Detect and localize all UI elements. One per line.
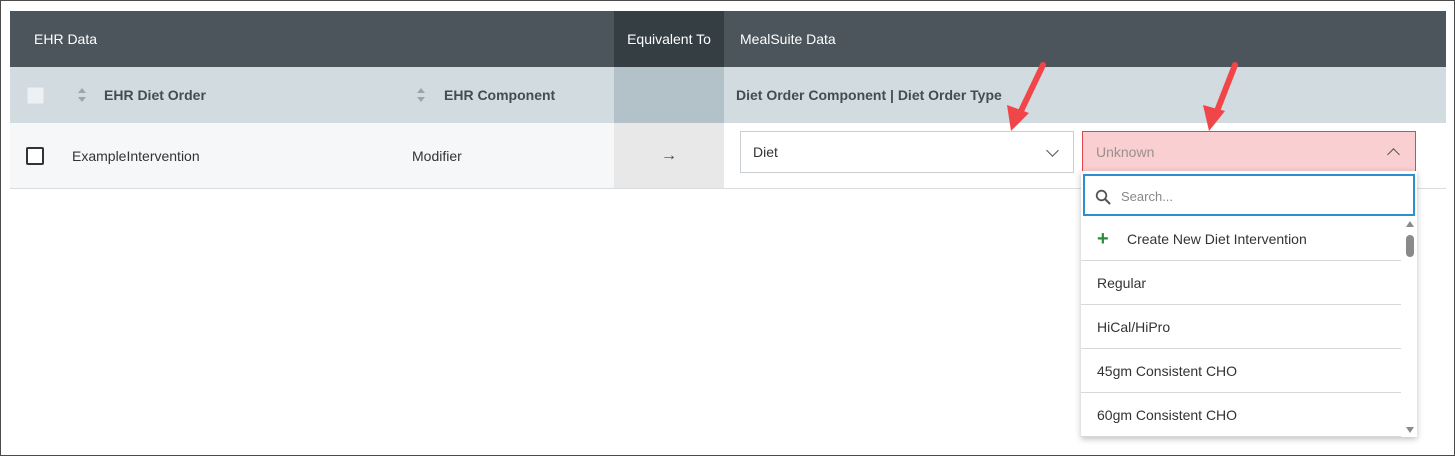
dropdown-scrollbar[interactable] [1405,221,1415,433]
annotation-arrow-icon [1007,62,1046,131]
create-new-label: Create New Diet Intervention [1127,230,1307,247]
create-new-diet-intervention-option[interactable]: + Create New Diet Intervention [1081,217,1401,261]
option-label: 45gm Consistent CHO [1097,362,1238,379]
window-frame: EHR Data Equivalent To MealSuite Data EH… [0,0,1455,456]
annotation-arrow-icon [1203,62,1238,131]
arrow-right-icon: → [661,146,677,164]
subheader-ehr: EHR Diet Order EHR Component [10,67,614,123]
dropdown-option[interactable]: 60gm Consistent CHO [1081,393,1401,437]
option-label: HiCal/HiPro [1097,318,1171,335]
dropdown-search-box[interactable] [1083,174,1415,216]
dropdown-option[interactable]: HiCal/HiPro [1081,305,1401,349]
header-mealsuite-data: MealSuite Data [724,11,1446,67]
header-mealsuite-data-label: MealSuite Data [740,31,836,47]
header-equivalent-to: Equivalent To [614,11,724,67]
diet-order-type-value: Unknown [1096,144,1155,160]
cell-ehr-diet-order: ExampleIntervention [72,148,200,164]
select-all-checkbox[interactable] [27,86,44,104]
plus-icon: + [1097,227,1109,250]
scrollbar-thumb[interactable] [1406,235,1414,257]
subheader-mealsuite: Diet Order Component | Diet Order Type [724,67,1446,123]
cell-ehr-component: Modifier [412,148,462,164]
row-checkbox[interactable] [26,147,44,165]
header-equivalent-to-label: Equivalent To [627,31,711,47]
scroll-up-arrow-icon[interactable] [1406,221,1414,227]
chevron-up-icon [1387,148,1400,161]
subheader-equivalent [614,67,724,123]
diet-order-type-dropdown: + Create New Diet Intervention Regular H… [1081,171,1417,437]
option-label: 60gm Consistent CHO [1097,406,1238,423]
column-ehr-component[interactable]: EHR Component [444,87,555,103]
scroll-down-arrow-icon[interactable] [1406,427,1414,433]
chevron-down-icon [1046,144,1059,157]
header-ehr-data-label: EHR Data [34,31,98,47]
diet-order-type-select[interactable]: Unknown [1082,131,1416,173]
header-ehr-data: EHR Data [10,11,614,67]
option-label: Regular [1097,274,1147,291]
dropdown-search-input[interactable] [1121,184,1401,208]
search-icon [1095,189,1111,205]
dropdown-list: + Create New Diet Intervention Regular H… [1081,217,1401,437]
diet-order-component-select[interactable]: Diet [740,131,1074,173]
dropdown-option[interactable]: Regular [1081,261,1401,305]
sort-icon[interactable] [417,88,426,102]
diet-order-component-value: Diet [753,144,778,160]
dropdown-option[interactable]: 45gm Consistent CHO [1081,349,1401,393]
sort-icon[interactable] [78,88,87,102]
cell-equivalent: → [614,123,724,188]
column-mealsuite: Diet Order Component | Diet Order Type [736,87,1002,103]
column-ehr-diet-order[interactable]: EHR Diet Order [104,87,206,103]
